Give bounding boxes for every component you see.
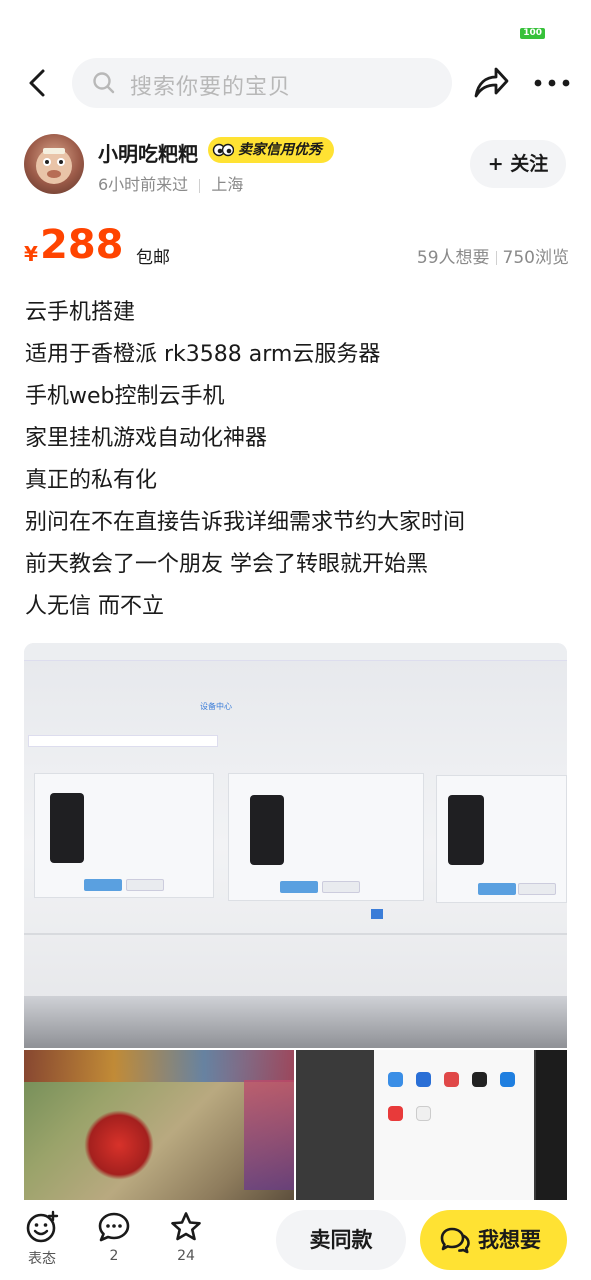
photo-pagination <box>371 909 383 919</box>
seller-meta: 6小时前来过 上海 <box>98 171 243 195</box>
shipping-tag: 包邮 <box>136 248 170 268</box>
wants-count: 59人想要 <box>416 248 490 268</box>
last-seen: 6小时前来过 <box>98 175 189 194</box>
want-button[interactable]: 我想要 <box>420 1210 567 1270</box>
share-button[interactable] <box>472 65 510 101</box>
game-side-hud <box>244 1080 294 1190</box>
desc-line: 别问在不在直接告诉我详细需求节约大家时间 <box>25 510 466 535</box>
react-button[interactable]: 表态 <box>12 1210 72 1268</box>
avatar-monkey-icon <box>36 148 72 184</box>
photo-more-btn-2 <box>322 881 360 893</box>
chat-bubbles-icon <box>440 1227 470 1254</box>
app-icon <box>416 1106 431 1121</box>
product-photo-game[interactable] <box>24 1050 294 1200</box>
share-icon <box>474 67 509 98</box>
app-icon <box>444 1072 459 1087</box>
app-icon <box>500 1072 515 1087</box>
stats-divider <box>495 251 497 265</box>
game-top-hud <box>24 1050 294 1082</box>
product-photo-main[interactable]: 设备中心 <box>24 643 567 1048</box>
search-placeholder: 搜索你要的宝贝 <box>130 75 292 100</box>
favorite-button[interactable]: 24 <box>156 1210 216 1264</box>
photo-search-field <box>28 735 218 747</box>
photo-device-center-label: 设备中心 <box>200 702 232 711</box>
status-bar: 100 <box>0 0 591 52</box>
photo-connect-btn-2 <box>280 881 318 893</box>
desc-line: 家里挂机游戏自动化神器 <box>25 426 268 451</box>
favorite-count: 24 <box>177 1248 195 1264</box>
app-icon <box>388 1106 403 1121</box>
product-photo-phone-screen[interactable] <box>296 1050 567 1200</box>
photo-phone-3 <box>448 795 484 865</box>
app-icon <box>416 1072 431 1087</box>
seller-avatar[interactable] <box>24 134 84 194</box>
eyes-icon <box>212 143 234 157</box>
desc-line: 真正的私有化 <box>25 468 158 493</box>
photo-phone-1 <box>50 793 84 863</box>
credit-badge[interactable]: 卖家信用优秀 <box>208 137 334 163</box>
desc-line: 适用于香橙派 rk3588 arm云服务器 <box>25 342 381 367</box>
item-description: 云手机搭建 适用于香橙派 rk3588 arm云服务器 手机web控制云手机 家… <box>25 292 565 628</box>
bottom-action-bar: 表态 2 24 卖同款 我想要 <box>0 1200 591 1280</box>
item-stats: 59人想要 750浏览 <box>417 243 569 268</box>
smile-icon <box>26 1210 59 1243</box>
comment-count: 2 <box>109 1248 119 1264</box>
currency-symbol: ¥ <box>24 242 38 266</box>
photo-connect-btn-3 <box>478 883 516 895</box>
app-icon <box>388 1072 403 1087</box>
star-icon <box>171 1212 201 1241</box>
photo-screen-topbar <box>24 643 567 661</box>
game-character <box>84 1110 154 1180</box>
search-icon <box>93 72 115 94</box>
seller-location: 上海 <box>211 175 244 194</box>
credit-badge-label: 卖家信用优秀 <box>238 142 322 158</box>
price-amount: 288 <box>40 222 124 268</box>
more-dots-icon <box>534 79 570 87</box>
app-icon <box>472 1072 487 1087</box>
desc-line: 手机web控制云手机 <box>25 384 225 409</box>
photo-more-btn-3 <box>518 883 556 895</box>
want-label: 我想要 <box>478 1228 541 1252</box>
photo-phone-2 <box>250 795 284 865</box>
meta-divider <box>199 178 201 193</box>
back-button[interactable] <box>22 66 56 100</box>
desc-line: 人无信 而不立 <box>25 594 164 619</box>
phone-side-toolbar <box>536 1050 567 1200</box>
comment-button[interactable]: 2 <box>84 1210 144 1264</box>
price-row: ¥ 288 包邮 59人想要 750浏览 <box>24 222 569 272</box>
seller-name[interactable]: 小明吃粑粑 <box>98 138 198 167</box>
photo-monitor-bezel <box>24 996 567 1048</box>
photo-connect-btn-1 <box>84 879 122 891</box>
photo-more-btn-1 <box>126 879 164 891</box>
back-arrow-icon <box>29 69 45 97</box>
react-label: 表态 <box>28 1251 56 1267</box>
desc-line: 前天教会了一个朋友 学会了转眼就开始黑 <box>25 552 428 577</box>
sell-same-button[interactable]: 卖同款 <box>276 1210 406 1270</box>
views-count: 750浏览 <box>502 248 569 268</box>
photo-divider <box>24 933 567 935</box>
search-input[interactable]: 搜索你要的宝贝 <box>72 58 452 108</box>
more-options-button[interactable] <box>532 70 572 96</box>
top-nav: 搜索你要的宝贝 <box>0 56 591 110</box>
comment-icon <box>98 1212 130 1242</box>
desc-line: 云手机搭建 <box>25 300 136 325</box>
follow-button[interactable]: + 关注 <box>470 140 566 188</box>
battery-indicator: 100 <box>520 28 545 39</box>
